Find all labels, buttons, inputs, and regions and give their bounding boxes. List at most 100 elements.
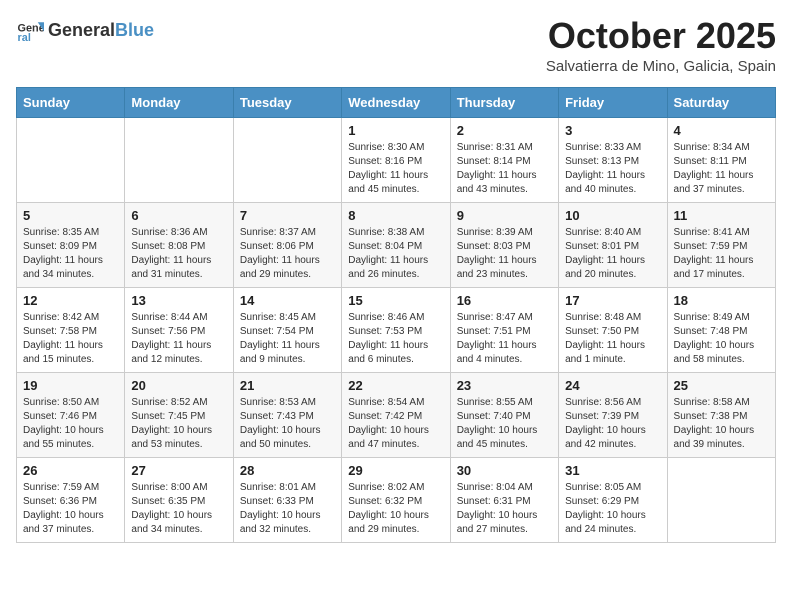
header-tuesday: Tuesday (233, 87, 341, 117)
header-thursday: Thursday (450, 87, 558, 117)
logo-icon: Gene ral (16, 16, 44, 44)
table-row: 7 Sunrise: 8:37 AM Sunset: 8:06 PM Daylig… (233, 202, 341, 287)
table-row: 21 Sunrise: 8:53 AM Sunset: 7:43 PM Dayli… (233, 372, 341, 457)
calendar-table: Sunday Monday Tuesday Wednesday Thursday… (16, 87, 776, 543)
day-number: 2 (457, 123, 552, 138)
day-number: 8 (348, 208, 443, 223)
day-number: 5 (23, 208, 118, 223)
day-info: Sunrise: 8:30 AM Sunset: 8:16 PM Dayligh… (348, 141, 443, 197)
day-info: Sunrise: 8:41 AM Sunset: 7:59 PM Dayligh… (674, 226, 769, 282)
table-row: 23 Sunrise: 8:55 AM Sunset: 7:40 PM Dayli… (450, 372, 558, 457)
calendar-week-row: 5Sunrise: 8:35 AM Sunset: 8:09 PM Daylig… (17, 202, 776, 287)
table-row: 10 Sunrise: 8:40 AM Sunset: 8:01 PM Dayli… (559, 202, 667, 287)
day-info: Sunrise: 8:47 AM Sunset: 7:51 PM Dayligh… (457, 311, 552, 367)
header-sunday: Sunday (17, 87, 125, 117)
day-number: 11 (674, 208, 769, 223)
day-number: 7 (240, 208, 335, 223)
day-info: Sunrise: 8:49 AM Sunset: 7:48 PM Dayligh… (674, 311, 769, 367)
day-number: 31 (565, 463, 660, 478)
day-info: Sunrise: 8:39 AM Sunset: 8:03 PM Dayligh… (457, 226, 552, 282)
day-number: 27 (131, 463, 226, 478)
table-row: 15 Sunrise: 8:46 AM Sunset: 7:53 PM Dayli… (342, 287, 450, 372)
table-row: 14 Sunrise: 8:45 AM Sunset: 7:54 PM Dayli… (233, 287, 341, 372)
header-monday: Monday (125, 87, 233, 117)
logo-text-blue: Blue (115, 20, 154, 41)
day-info: Sunrise: 8:37 AM Sunset: 8:06 PM Dayligh… (240, 226, 335, 282)
day-number: 23 (457, 378, 552, 393)
day-info: Sunrise: 8:00 AM Sunset: 6:35 PM Dayligh… (131, 481, 226, 537)
day-info: Sunrise: 8:05 AM Sunset: 6:29 PM Dayligh… (565, 481, 660, 537)
day-number: 16 (457, 293, 552, 308)
day-number: 13 (131, 293, 226, 308)
header-wednesday: Wednesday (342, 87, 450, 117)
calendar-week-row: 12 Sunrise: 8:42 AM Sunset: 7:58 PM Dayli… (17, 287, 776, 372)
day-info: Sunrise: 8:33 AM Sunset: 8:13 PM Dayligh… (565, 141, 660, 197)
day-number: 22 (348, 378, 443, 393)
table-row (233, 117, 341, 202)
day-number: 10 (565, 208, 660, 223)
day-info: Sunrise: 8:52 AM Sunset: 7:45 PM Dayligh… (131, 396, 226, 452)
day-number: 1 (348, 123, 443, 138)
day-info: Sunrise: 8:48 AM Sunset: 7:50 PM Dayligh… (565, 311, 660, 367)
table-row (125, 117, 233, 202)
table-row: 26 Sunrise: 7:59 AM Sunset: 6:36 PM Dayli… (17, 457, 125, 542)
day-info: Sunrise: 8:55 AM Sunset: 7:40 PM Dayligh… (457, 396, 552, 452)
table-row: 2Sunrise: 8:31 AM Sunset: 8:14 PM Daylig… (450, 117, 558, 202)
day-info: Sunrise: 8:38 AM Sunset: 8:04 PM Dayligh… (348, 226, 443, 282)
day-info: Sunrise: 8:46 AM Sunset: 7:53 PM Dayligh… (348, 311, 443, 367)
table-row: 30Sunrise: 8:04 AM Sunset: 6:31 PM Dayli… (450, 457, 558, 542)
table-row: 4 Sunrise: 8:34 AM Sunset: 8:11 PM Daylig… (667, 117, 775, 202)
table-row (17, 117, 125, 202)
day-number: 26 (23, 463, 118, 478)
calendar-location: Salvatierra de Mino, Galicia, Spain (546, 58, 776, 75)
day-number: 30 (457, 463, 552, 478)
day-number: 29 (348, 463, 443, 478)
table-row: 9Sunrise: 8:39 AM Sunset: 8:03 PM Daylig… (450, 202, 558, 287)
day-info: Sunrise: 8:58 AM Sunset: 7:38 PM Dayligh… (674, 396, 769, 452)
day-number: 15 (348, 293, 443, 308)
day-number: 4 (674, 123, 769, 138)
day-number: 18 (674, 293, 769, 308)
day-info: Sunrise: 8:01 AM Sunset: 6:33 PM Dayligh… (240, 481, 335, 537)
logo-text-general: General (48, 20, 115, 41)
title-block: October 2025 Salvatierra de Mino, Galici… (546, 16, 776, 75)
day-number: 24 (565, 378, 660, 393)
day-info: Sunrise: 8:45 AM Sunset: 7:54 PM Dayligh… (240, 311, 335, 367)
day-number: 19 (23, 378, 118, 393)
table-row: 29Sunrise: 8:02 AM Sunset: 6:32 PM Dayli… (342, 457, 450, 542)
table-row: 1 Sunrise: 8:30 AM Sunset: 8:16 PM Daylig… (342, 117, 450, 202)
logo: Gene ral GeneralBlue (16, 16, 154, 44)
day-number: 14 (240, 293, 335, 308)
table-row: 3 Sunrise: 8:33 AM Sunset: 8:13 PM Daylig… (559, 117, 667, 202)
table-row: 24Sunrise: 8:56 AM Sunset: 7:39 PM Dayli… (559, 372, 667, 457)
header-friday: Friday (559, 87, 667, 117)
day-number: 12 (23, 293, 118, 308)
table-row: 11 Sunrise: 8:41 AM Sunset: 7:59 PM Dayli… (667, 202, 775, 287)
day-number: 3 (565, 123, 660, 138)
day-number: 25 (674, 378, 769, 393)
table-row: 22 Sunrise: 8:54 AM Sunset: 7:42 PM Dayli… (342, 372, 450, 457)
calendar-title: October 2025 (546, 16, 776, 56)
weekday-header-row: Sunday Monday Tuesday Wednesday Thursday… (17, 87, 776, 117)
svg-text:ral: ral (18, 32, 31, 44)
table-row: 6Sunrise: 8:36 AM Sunset: 8:08 PM Daylig… (125, 202, 233, 287)
header-saturday: Saturday (667, 87, 775, 117)
day-number: 6 (131, 208, 226, 223)
day-info: Sunrise: 8:42 AM Sunset: 7:58 PM Dayligh… (23, 311, 118, 367)
day-number: 21 (240, 378, 335, 393)
table-row: 31 Sunrise: 8:05 AM Sunset: 6:29 PM Dayli… (559, 457, 667, 542)
day-info: Sunrise: 8:40 AM Sunset: 8:01 PM Dayligh… (565, 226, 660, 282)
table-row: 16 Sunrise: 8:47 AM Sunset: 7:51 PM Dayli… (450, 287, 558, 372)
table-row: 28Sunrise: 8:01 AM Sunset: 6:33 PM Dayli… (233, 457, 341, 542)
table-row: 27 Sunrise: 8:00 AM Sunset: 6:35 PM Dayli… (125, 457, 233, 542)
day-info: Sunrise: 8:50 AM Sunset: 7:46 PM Dayligh… (23, 396, 118, 452)
table-row: 19 Sunrise: 8:50 AM Sunset: 7:46 PM Dayli… (17, 372, 125, 457)
day-info: Sunrise: 8:53 AM Sunset: 7:43 PM Dayligh… (240, 396, 335, 452)
table-row: 20Sunrise: 8:52 AM Sunset: 7:45 PM Dayli… (125, 372, 233, 457)
day-info: Sunrise: 8:34 AM Sunset: 8:11 PM Dayligh… (674, 141, 769, 197)
day-info: Sunrise: 8:54 AM Sunset: 7:42 PM Dayligh… (348, 396, 443, 452)
table-row: 18 Sunrise: 8:49 AM Sunset: 7:48 PM Dayli… (667, 287, 775, 372)
page-header: Gene ral GeneralBlue October 2025 Salvat… (16, 16, 776, 75)
day-info: Sunrise: 7:59 AM Sunset: 6:36 PM Dayligh… (23, 481, 118, 537)
table-row: 12 Sunrise: 8:42 AM Sunset: 7:58 PM Dayli… (17, 287, 125, 372)
